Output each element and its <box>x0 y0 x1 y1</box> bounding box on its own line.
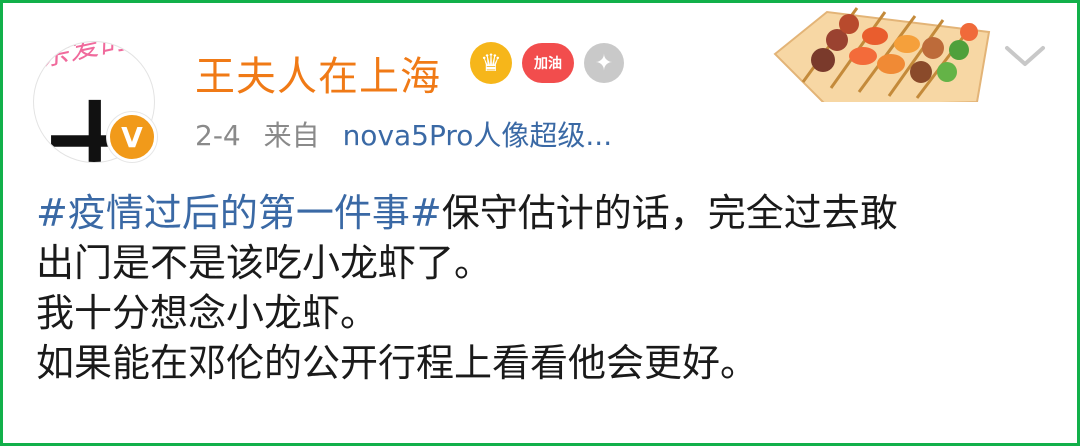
content-line-4: 如果能在邓伦的公开行程上看看他会更好。 <box>36 341 759 385</box>
food-skewers-decoration <box>773 7 991 102</box>
post-time: 2-4 <box>195 119 241 152</box>
chevron-down-icon[interactable] <box>1003 42 1047 70</box>
post-content: #疫情过后的第一件事#保守估计的话，完全过去敢 出门是不是该吃小龙虾了。 我十分… <box>36 188 1046 388</box>
user-badges: ♛ 加油 ✦ <box>470 42 624 84</box>
post-source-device[interactable]: nova5Pro人像超级... <box>343 119 613 152</box>
post-source-prefix: 来自 <box>263 119 320 152</box>
username[interactable]: 王夫人在上海 <box>195 44 441 102</box>
content-line-3: 我十分想念小龙虾。 <box>36 291 379 335</box>
medal-badge-icon[interactable]: ✦ <box>584 43 624 83</box>
content-line-2: 出门是不是该吃小龙虾了。 <box>36 241 493 285</box>
post-meta: 2-4 来自 nova5Pro人像超级... <box>195 114 612 154</box>
verified-badge-icon: V <box>107 112 157 162</box>
content-line-1: #疫情过后的第一件事#保守估计的话，完全过去敢 <box>36 188 1046 238</box>
crown-badge-icon[interactable]: ♛ <box>470 42 512 84</box>
content-line-1-text: 保守估计的话，完全过去敢 <box>441 191 898 235</box>
cheer-heart-badge[interactable]: 加油 <box>522 43 574 83</box>
hashtag-link[interactable]: #疫情过后的第一件事# <box>36 191 442 235</box>
